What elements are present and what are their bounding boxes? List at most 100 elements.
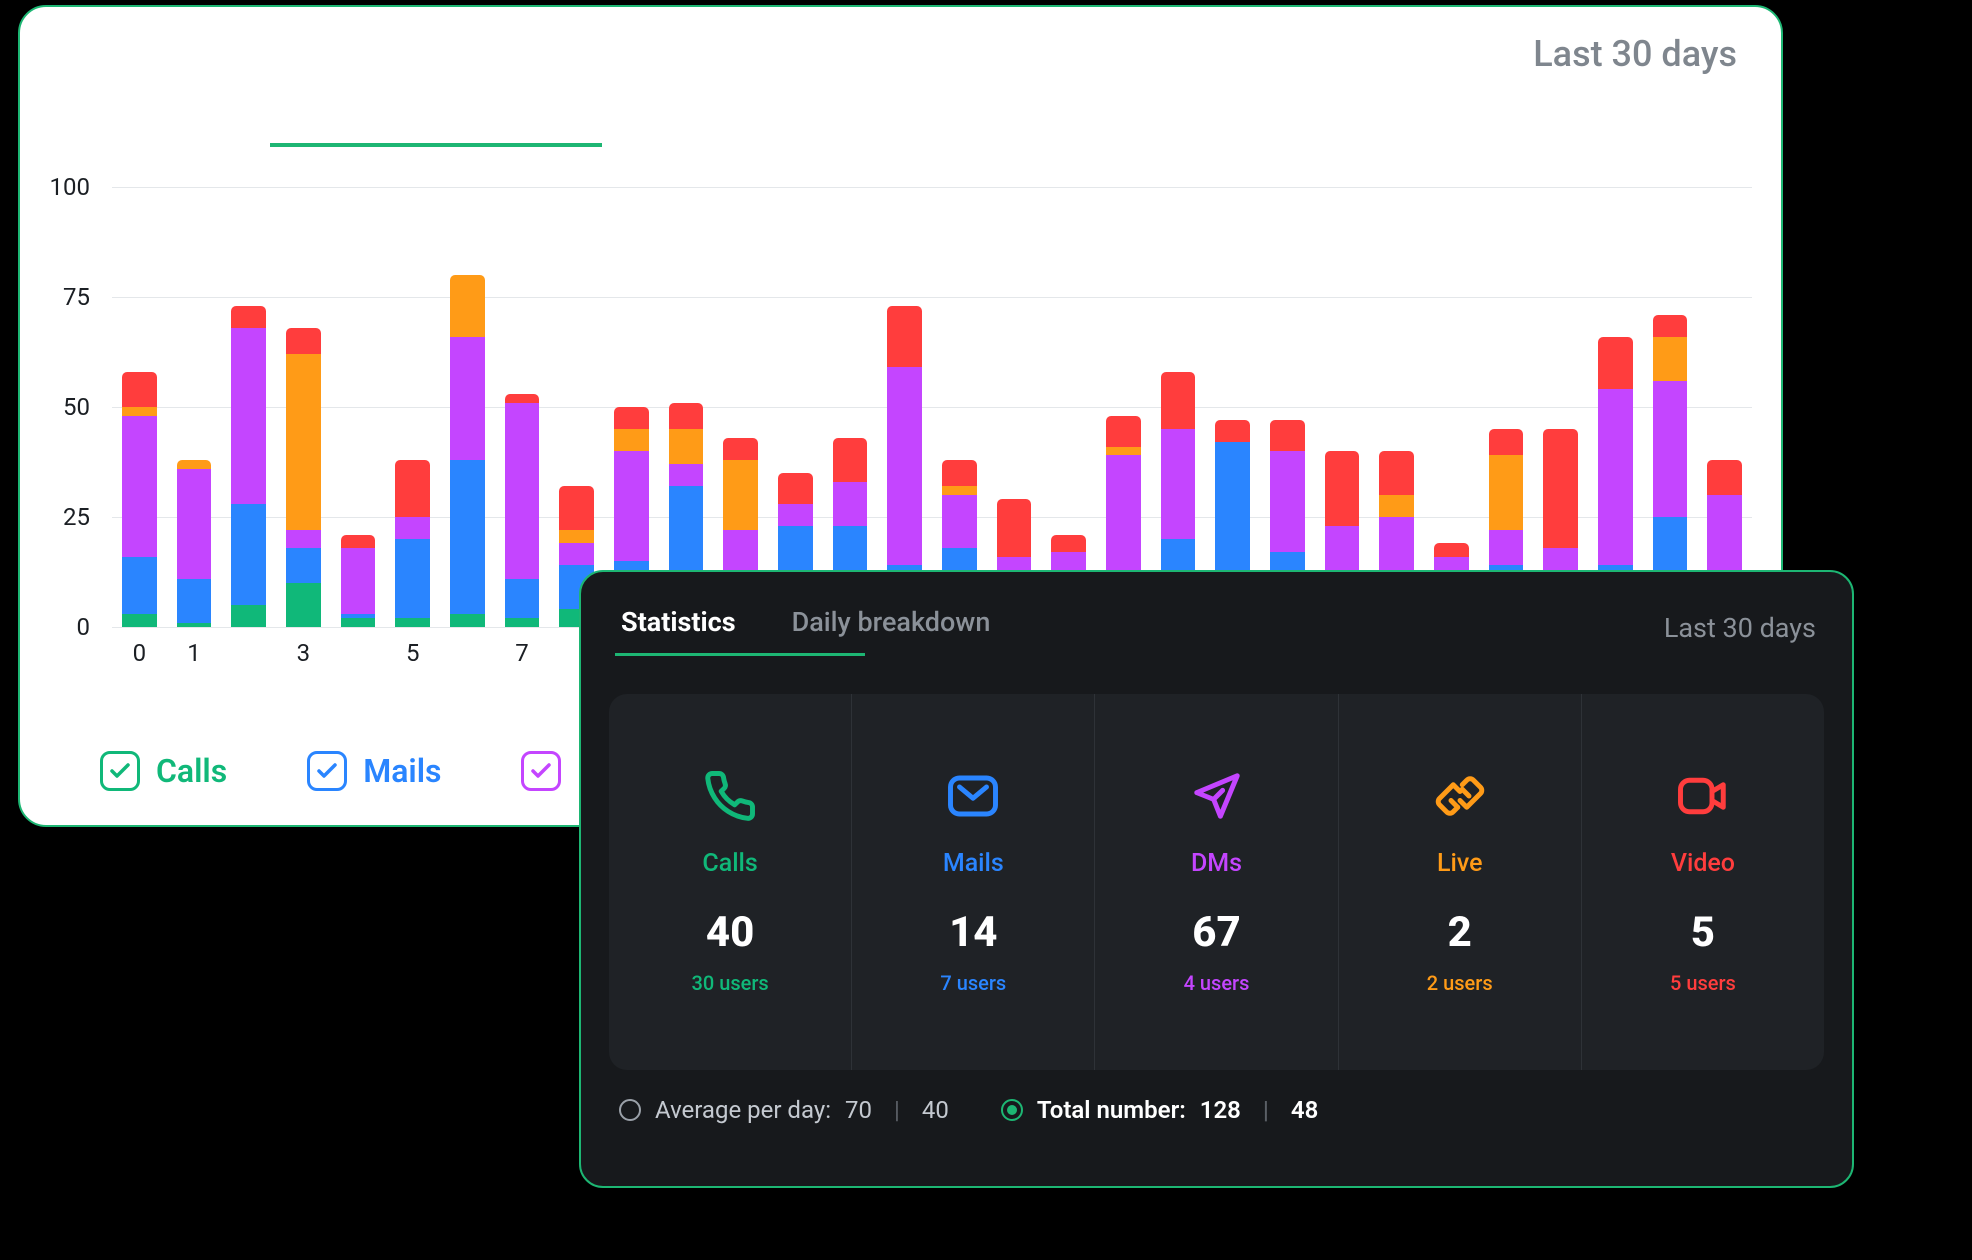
footer-total[interactable]: Total number: 128 | 48 [1001, 1096, 1318, 1124]
bar-segment [450, 460, 485, 614]
bar-segment [231, 306, 266, 328]
stats-tabs: Statistics Daily breakdown Last 30 days [609, 592, 1824, 658]
tab-underline [615, 653, 865, 656]
y-tick: 75 [63, 283, 90, 311]
bar-segment [122, 416, 157, 557]
bar-stack [1161, 187, 1196, 627]
bar-segment [778, 526, 813, 574]
stat-value: 2 [1448, 908, 1472, 957]
legend-item-calls[interactable]: Calls [100, 751, 227, 791]
stat-label: DMs [1191, 849, 1242, 878]
stat-card-video[interactable]: Video 5 5 users [1582, 694, 1824, 1070]
bar-stack [395, 187, 430, 627]
bar-segment [505, 579, 540, 619]
bar-segment [669, 486, 704, 583]
bar-segment [997, 499, 1032, 556]
stat-users: 30 users [692, 971, 769, 995]
stat-cards: Calls 40 30 users Mails 14 7 users DMs 6… [609, 694, 1824, 1070]
bar-segment [1598, 389, 1633, 565]
stats-period: Last 30 days [1664, 612, 1816, 644]
x-tick [450, 639, 485, 667]
bar-segment [505, 394, 540, 403]
legend-item-mails[interactable]: Mails [307, 751, 441, 791]
bar-segment [395, 460, 430, 517]
stat-card-live[interactable]: Live 2 2 users [1339, 694, 1582, 1070]
checkbox-icon [521, 751, 561, 791]
tab-statistics[interactable]: Statistics [617, 598, 740, 658]
footer-avg-label: Average per day: [655, 1096, 831, 1124]
bar-segment [614, 429, 649, 451]
bar-segment [669, 403, 704, 429]
bar-segment [395, 618, 430, 627]
bar-segment [122, 614, 157, 627]
bar-segment [559, 530, 594, 543]
bar-segment [505, 403, 540, 579]
chart-header: Last 30 days [40, 33, 1745, 75]
bar-segment [887, 367, 922, 565]
bar-stack [286, 187, 321, 627]
bar-segment [723, 438, 758, 460]
bar-segment [559, 543, 594, 565]
bar-segment [1161, 429, 1196, 539]
x-tick: 7 [505, 639, 540, 667]
accent-underline [270, 143, 602, 147]
stat-label: Mails [943, 849, 1004, 878]
bar-stack [1270, 187, 1305, 627]
bar-segment [1325, 526, 1360, 570]
bar-segment [669, 429, 704, 464]
bar-segment [778, 504, 813, 526]
bar-segment [286, 583, 321, 627]
bar-segment [1653, 381, 1688, 517]
bar-segment [231, 328, 266, 504]
footer-total-b: 48 [1291, 1096, 1318, 1124]
checkbox-icon [100, 751, 140, 791]
stat-label: Calls [702, 849, 757, 878]
footer-total-label: Total number: [1037, 1096, 1186, 1124]
tab-daily-breakdown[interactable]: Daily breakdown [788, 598, 995, 658]
bar-stack [450, 187, 485, 627]
legend-item-partial[interactable] [521, 751, 561, 791]
bar-stack [997, 187, 1032, 627]
bar-stack [231, 187, 266, 627]
bar-segment [286, 354, 321, 530]
bar-segment [450, 337, 485, 460]
bar-stack [833, 187, 868, 627]
bar-segment [122, 407, 157, 416]
bar-stack [1434, 187, 1469, 627]
legend-label: Mails [363, 752, 441, 790]
bar-segment [1379, 517, 1414, 570]
video-icon [1676, 769, 1730, 823]
calls-icon [703, 769, 757, 823]
stat-card-dms[interactable]: DMs 67 4 users [1095, 694, 1338, 1070]
bar-segment [614, 407, 649, 429]
stat-card-calls[interactable]: Calls 40 30 users [609, 694, 852, 1070]
bar-segment [231, 605, 266, 627]
radio-icon [619, 1099, 641, 1121]
bar-segment [231, 504, 266, 605]
stat-label: Live [1437, 849, 1483, 878]
x-tick: 5 [395, 639, 430, 667]
bar-stack [887, 187, 922, 627]
chart-bars [112, 187, 1752, 627]
bar-segment [1434, 543, 1469, 556]
x-tick: 3 [286, 639, 321, 667]
stat-value: 14 [949, 908, 997, 957]
stat-card-mails[interactable]: Mails 14 7 users [852, 694, 1095, 1070]
bar-segment [614, 451, 649, 561]
bar-segment [1653, 337, 1688, 381]
bar-stack [1653, 187, 1688, 627]
chart-legend: Calls Mails [100, 751, 561, 791]
bar-segment [1543, 429, 1578, 548]
bar-stack [122, 187, 157, 627]
bar-segment [1325, 451, 1360, 526]
bar-stack [1598, 187, 1633, 627]
x-tick: 0 [122, 639, 157, 667]
bar-segment [341, 535, 376, 548]
bar-segment [122, 557, 157, 614]
bar-segment [1489, 455, 1524, 530]
bar-stack [1106, 187, 1141, 627]
bar-segment [1653, 315, 1688, 337]
footer-average[interactable]: Average per day: 70 | 40 [619, 1096, 949, 1124]
radio-icon [1001, 1099, 1023, 1121]
bar-stack [177, 187, 212, 627]
